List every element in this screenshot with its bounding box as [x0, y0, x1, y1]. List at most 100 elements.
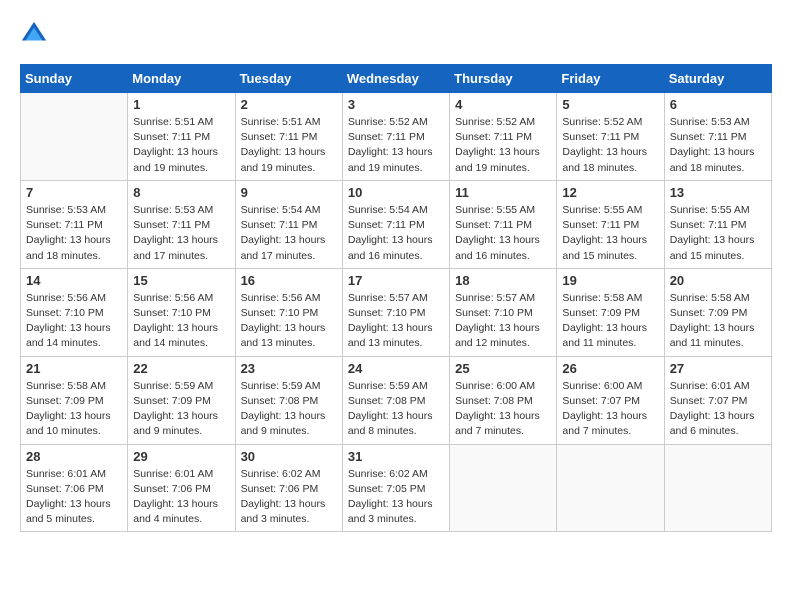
calendar-cell: 7 Sunrise: 5:53 AMSunset: 7:11 PMDaylight… [21, 180, 128, 268]
day-number: 10 [348, 185, 444, 200]
calendar-cell: 6 Sunrise: 5:53 AMSunset: 7:11 PMDaylight… [664, 93, 771, 181]
day-number: 14 [26, 273, 122, 288]
calendar-cell: 14 Sunrise: 5:56 AMSunset: 7:10 PMDayligh… [21, 268, 128, 356]
day-number: 11 [455, 185, 551, 200]
day-info: Sunrise: 5:52 AMSunset: 7:11 PMDaylight:… [562, 115, 658, 176]
day-number: 8 [133, 185, 229, 200]
day-number: 22 [133, 361, 229, 376]
calendar-cell: 19 Sunrise: 5:58 AMSunset: 7:09 PMDayligh… [557, 268, 664, 356]
calendar-cell: 31 Sunrise: 6:02 AMSunset: 7:05 PMDayligh… [342, 444, 449, 532]
calendar-cell: 17 Sunrise: 5:57 AMSunset: 7:10 PMDayligh… [342, 268, 449, 356]
day-info: Sunrise: 5:59 AMSunset: 7:08 PMDaylight:… [241, 379, 337, 440]
calendar-cell: 5 Sunrise: 5:52 AMSunset: 7:11 PMDaylight… [557, 93, 664, 181]
day-number: 4 [455, 97, 551, 112]
day-info: Sunrise: 5:56 AMSunset: 7:10 PMDaylight:… [133, 291, 229, 352]
day-info: Sunrise: 5:56 AMSunset: 7:10 PMDaylight:… [26, 291, 122, 352]
calendar-week-row: 28 Sunrise: 6:01 AMSunset: 7:06 PMDayligh… [21, 444, 772, 532]
day-number: 1 [133, 97, 229, 112]
day-info: Sunrise: 5:51 AMSunset: 7:11 PMDaylight:… [241, 115, 337, 176]
calendar-cell: 8 Sunrise: 5:53 AMSunset: 7:11 PMDaylight… [128, 180, 235, 268]
day-number: 2 [241, 97, 337, 112]
calendar-week-row: 21 Sunrise: 5:58 AMSunset: 7:09 PMDayligh… [21, 356, 772, 444]
day-info: Sunrise: 6:02 AMSunset: 7:05 PMDaylight:… [348, 467, 444, 528]
calendar-cell [450, 444, 557, 532]
day-number: 25 [455, 361, 551, 376]
day-number: 16 [241, 273, 337, 288]
day-number: 24 [348, 361, 444, 376]
day-number: 12 [562, 185, 658, 200]
logo-icon [20, 20, 48, 48]
day-info: Sunrise: 6:02 AMSunset: 7:06 PMDaylight:… [241, 467, 337, 528]
day-info: Sunrise: 5:55 AMSunset: 7:11 PMDaylight:… [562, 203, 658, 264]
calendar-cell: 28 Sunrise: 6:01 AMSunset: 7:06 PMDayligh… [21, 444, 128, 532]
day-info: Sunrise: 5:52 AMSunset: 7:11 PMDaylight:… [348, 115, 444, 176]
day-number: 19 [562, 273, 658, 288]
day-number: 21 [26, 361, 122, 376]
day-number: 15 [133, 273, 229, 288]
day-info: Sunrise: 5:59 AMSunset: 7:09 PMDaylight:… [133, 379, 229, 440]
calendar-header-row: SundayMondayTuesdayWednesdayThursdayFrid… [21, 65, 772, 93]
column-header-tuesday: Tuesday [235, 65, 342, 93]
day-number: 29 [133, 449, 229, 464]
calendar-cell [21, 93, 128, 181]
calendar-cell: 23 Sunrise: 5:59 AMSunset: 7:08 PMDayligh… [235, 356, 342, 444]
day-number: 23 [241, 361, 337, 376]
day-info: Sunrise: 6:01 AMSunset: 7:06 PMDaylight:… [26, 467, 122, 528]
calendar-week-row: 1 Sunrise: 5:51 AMSunset: 7:11 PMDaylight… [21, 93, 772, 181]
calendar-cell: 13Sunrise: 5:55 AMSunset: 7:11 PMDayligh… [664, 180, 771, 268]
day-number: 6 [670, 97, 766, 112]
calendar-cell: 27Sunrise: 6:01 AMSunset: 7:07 PMDayligh… [664, 356, 771, 444]
calendar-cell: 30Sunrise: 6:02 AMSunset: 7:06 PMDayligh… [235, 444, 342, 532]
calendar-cell: 2 Sunrise: 5:51 AMSunset: 7:11 PMDaylight… [235, 93, 342, 181]
calendar-cell: 1Sunrise: 5:51 AMSunset: 7:11 PMDaylight… [128, 93, 235, 181]
calendar-cell: 4 Sunrise: 5:52 AMSunset: 7:11 PMDaylight… [450, 93, 557, 181]
calendar-cell: 21 Sunrise: 5:58 AMSunset: 7:09 PMDayligh… [21, 356, 128, 444]
calendar-cell [664, 444, 771, 532]
calendar-cell: 16 Sunrise: 5:56 AMSunset: 7:10 PMDayligh… [235, 268, 342, 356]
day-info: Sunrise: 5:53 AMSunset: 7:11 PMDaylight:… [133, 203, 229, 264]
calendar-cell: 25Sunrise: 6:00 AMSunset: 7:08 PMDayligh… [450, 356, 557, 444]
day-info: Sunrise: 6:01 AMSunset: 7:06 PMDaylight:… [133, 467, 229, 528]
day-info: Sunrise: 5:52 AMSunset: 7:11 PMDaylight:… [455, 115, 551, 176]
day-number: 27 [670, 361, 766, 376]
day-number: 17 [348, 273, 444, 288]
day-info: Sunrise: 5:57 AMSunset: 7:10 PMDaylight:… [455, 291, 551, 352]
calendar-cell: 18Sunrise: 5:57 AMSunset: 7:10 PMDayligh… [450, 268, 557, 356]
day-number: 7 [26, 185, 122, 200]
day-number: 26 [562, 361, 658, 376]
calendar-cell: 9Sunrise: 5:54 AMSunset: 7:11 PMDaylight… [235, 180, 342, 268]
day-info: Sunrise: 5:55 AMSunset: 7:11 PMDaylight:… [670, 203, 766, 264]
column-header-monday: Monday [128, 65, 235, 93]
day-number: 5 [562, 97, 658, 112]
day-info: Sunrise: 5:57 AMSunset: 7:10 PMDaylight:… [348, 291, 444, 352]
column-header-friday: Friday [557, 65, 664, 93]
day-number: 31 [348, 449, 444, 464]
day-info: Sunrise: 5:58 AMSunset: 7:09 PMDaylight:… [562, 291, 658, 352]
calendar-week-row: 14 Sunrise: 5:56 AMSunset: 7:10 PMDayligh… [21, 268, 772, 356]
calendar-cell: 3 Sunrise: 5:52 AMSunset: 7:11 PMDaylight… [342, 93, 449, 181]
calendar-cell: 20 Sunrise: 5:58 AMSunset: 7:09 PMDayligh… [664, 268, 771, 356]
day-number: 20 [670, 273, 766, 288]
calendar-cell: 26 Sunrise: 6:00 AMSunset: 7:07 PMDayligh… [557, 356, 664, 444]
calendar-cell: 11Sunrise: 5:55 AMSunset: 7:11 PMDayligh… [450, 180, 557, 268]
day-info: Sunrise: 5:59 AMSunset: 7:08 PMDaylight:… [348, 379, 444, 440]
calendar-cell: 22 Sunrise: 5:59 AMSunset: 7:09 PMDayligh… [128, 356, 235, 444]
day-number: 28 [26, 449, 122, 464]
day-info: Sunrise: 5:58 AMSunset: 7:09 PMDaylight:… [670, 291, 766, 352]
day-info: Sunrise: 5:54 AMSunset: 7:11 PMDaylight:… [348, 203, 444, 264]
day-info: Sunrise: 6:00 AMSunset: 7:07 PMDaylight:… [562, 379, 658, 440]
day-info: Sunrise: 5:54 AMSunset: 7:11 PMDaylight:… [241, 203, 337, 264]
calendar-cell: 12 Sunrise: 5:55 AMSunset: 7:11 PMDayligh… [557, 180, 664, 268]
column-header-thursday: Thursday [450, 65, 557, 93]
day-info: Sunrise: 5:56 AMSunset: 7:10 PMDaylight:… [241, 291, 337, 352]
day-number: 3 [348, 97, 444, 112]
calendar-cell [557, 444, 664, 532]
calendar-cell: 10 Sunrise: 5:54 AMSunset: 7:11 PMDayligh… [342, 180, 449, 268]
day-info: Sunrise: 5:53 AMSunset: 7:11 PMDaylight:… [26, 203, 122, 264]
calendar-table: SundayMondayTuesdayWednesdayThursdayFrid… [20, 64, 772, 532]
calendar-week-row: 7 Sunrise: 5:53 AMSunset: 7:11 PMDaylight… [21, 180, 772, 268]
day-info: Sunrise: 5:58 AMSunset: 7:09 PMDaylight:… [26, 379, 122, 440]
calendar-cell: 24 Sunrise: 5:59 AMSunset: 7:08 PMDayligh… [342, 356, 449, 444]
day-info: Sunrise: 5:53 AMSunset: 7:11 PMDaylight:… [670, 115, 766, 176]
column-header-sunday: Sunday [21, 65, 128, 93]
